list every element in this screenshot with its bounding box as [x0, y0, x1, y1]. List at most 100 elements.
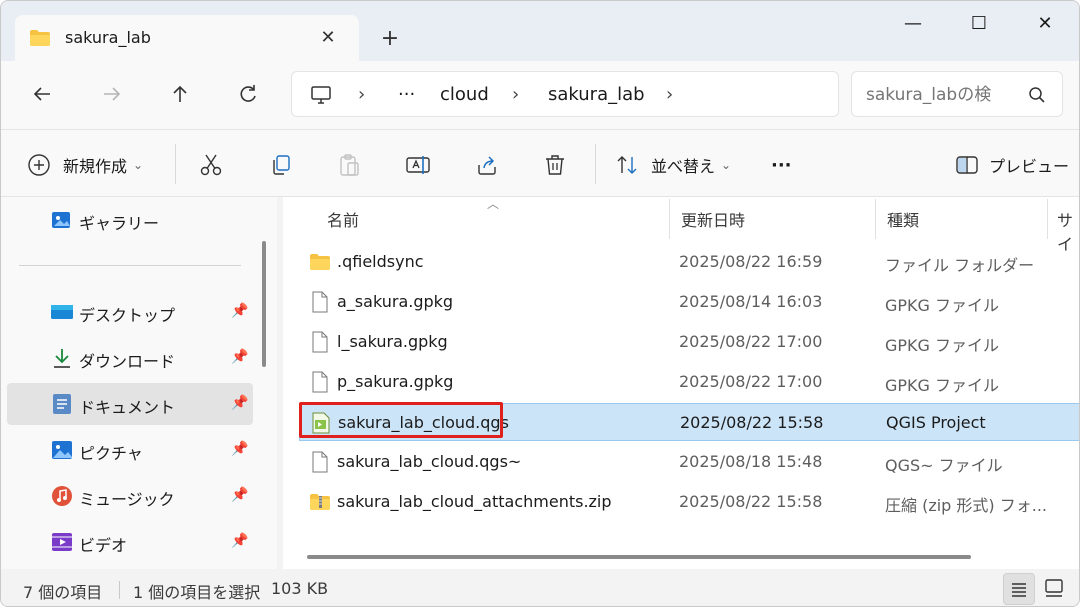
breadcrumb-sakura-lab[interactable]: sakura_lab	[548, 84, 645, 105]
pin-icon[interactable]: 📌	[231, 487, 248, 503]
folder-icon	[310, 254, 330, 270]
search-input[interactable]	[866, 82, 1026, 108]
pin-icon[interactable]: 📌	[231, 441, 248, 457]
forward-button[interactable]	[95, 77, 129, 111]
back-button[interactable]	[25, 77, 59, 111]
sidebar-item-pictures[interactable]: ピクチャ 📌	[7, 429, 253, 471]
video-icon	[52, 533, 72, 551]
item-count: 7 個の項目	[23, 583, 103, 602]
column-header-type[interactable]: 種類	[887, 207, 919, 231]
arrow-up-icon	[173, 85, 187, 102]
tab-title: sakura_lab	[65, 28, 151, 47]
paste-button[interactable]	[337, 150, 361, 180]
sort-caret-icon: ︿	[487, 197, 500, 211]
music-icon	[52, 486, 72, 506]
preview-button-label: プレビュー	[989, 157, 1070, 176]
sidebar-item-downloads[interactable]: ダウンロード 📌	[7, 337, 253, 379]
folder-icon	[30, 30, 50, 46]
computer-icon	[311, 86, 331, 104]
details-view-icon	[1012, 583, 1026, 597]
pin-icon[interactable]: 📌	[231, 533, 248, 549]
breadcrumb-separator[interactable]: ›	[512, 84, 519, 105]
refresh-button[interactable]	[231, 77, 265, 111]
sidebar-item-documents[interactable]: ドキュメント 📌	[7, 383, 253, 425]
sidebar-item-label: ピクチャ	[79, 444, 143, 463]
share-button[interactable]	[475, 150, 499, 180]
delete-button[interactable]	[543, 150, 567, 180]
column-divider[interactable]	[1047, 199, 1048, 239]
divider	[119, 581, 120, 599]
red-highlight-box	[299, 402, 503, 438]
file-type: GPKG ファイル	[885, 336, 1000, 355]
rename-button[interactable]	[405, 150, 431, 180]
file-list: ︿ 名前 更新日時 種類 サイ .qfieldsync 2025/08/22 1…	[283, 197, 1079, 569]
search-box[interactable]	[851, 71, 1063, 117]
file-icon	[312, 371, 328, 393]
divider	[175, 144, 176, 184]
sidebar-item-label: ドキュメント	[79, 398, 176, 417]
breadcrumb-overflow[interactable]: ···	[398, 84, 415, 105]
file-row[interactable]: .qfieldsync 2025/08/22 16:59 ファイル フォルダー	[299, 243, 1079, 281]
maximize-button[interactable]: ☐	[959, 9, 999, 39]
copy-button[interactable]	[269, 150, 293, 180]
file-row[interactable]: p_sakura.gpkg 2025/08/22 17:00 GPKG ファイル	[299, 363, 1079, 401]
file-type: QGIS Project	[886, 413, 986, 432]
window-close-button[interactable]: ✕	[1025, 9, 1065, 39]
breadcrumb-separator[interactable]: ›	[666, 84, 673, 105]
new-tab-button[interactable]: +	[375, 25, 405, 55]
search-icon	[1029, 87, 1045, 103]
preview-button[interactable]: プレビュー	[955, 150, 1069, 180]
pin-icon[interactable]: 📌	[231, 303, 248, 319]
sort-button[interactable]: 並べ替え ⌄	[615, 150, 731, 180]
sort-button-label: 並べ替え	[651, 157, 716, 176]
file-date: 2025/08/22 16:59	[679, 252, 823, 271]
sidebar-item-label: ビデオ	[79, 536, 128, 555]
breadcrumb-separator[interactable]: ›	[358, 84, 365, 105]
file-type: GPKG ファイル	[885, 296, 1000, 315]
up-button[interactable]	[163, 77, 197, 111]
chevron-down-icon: ⌄	[133, 158, 144, 172]
file-icon	[312, 331, 328, 353]
tiles-view-button[interactable]	[1039, 573, 1071, 605]
column-divider[interactable]	[669, 199, 670, 239]
title-bar: sakura_lab ✕ + — ☐ ✕	[1, 1, 1079, 61]
arrow-left-icon	[33, 87, 50, 101]
file-row[interactable]: l_sakura.gpkg 2025/08/22 17:00 GPKG ファイル	[299, 323, 1079, 361]
file-date: 2025/08/14 16:03	[679, 292, 823, 311]
minimize-button[interactable]: —	[893, 9, 933, 39]
file-row[interactable]: sakura_lab_cloud_attachments.zip 2025/08…	[299, 483, 1079, 521]
close-icon[interactable]: ✕	[315, 25, 341, 51]
divider	[595, 144, 596, 184]
selection-count: 1 個の項目を選択	[133, 583, 261, 602]
breadcrumb-cloud[interactable]: cloud	[440, 84, 489, 105]
tab-sakura-lab[interactable]: sakura_lab ✕	[15, 15, 359, 61]
sidebar-item-gallery[interactable]: ギャラリー	[7, 199, 253, 241]
file-name: sakura_lab_cloud_attachments.zip	[337, 492, 612, 511]
more-options-button[interactable]: ···	[771, 150, 792, 180]
sidebar-item-videos[interactable]: ビデオ 📌	[7, 521, 253, 563]
address-bar[interactable]: › ··· cloud › sakura_lab ›	[291, 71, 839, 117]
new-button[interactable]: 新規作成 ⌄	[27, 150, 143, 180]
sidebar-item-music[interactable]: ミュージック 📌	[7, 475, 253, 517]
file-name: .qfieldsync	[337, 252, 424, 271]
pin-icon[interactable]: 📌	[231, 349, 248, 365]
details-view-button[interactable]	[1003, 573, 1035, 605]
desktop-icon	[51, 305, 73, 319]
column-header-name[interactable]: 名前	[327, 207, 359, 231]
file-type: ファイル フォルダー	[885, 256, 1035, 275]
sidebar-item-desktop[interactable]: デスクトップ 📌	[7, 291, 253, 333]
column-divider[interactable]	[875, 199, 876, 239]
sidebar-scrollbar[interactable]	[262, 241, 266, 367]
horizontal-scrollbar[interactable]	[307, 555, 971, 559]
rename-icon	[406, 156, 430, 174]
new-button-label: 新規作成	[63, 157, 128, 176]
file-name: p_sakura.gpkg	[337, 372, 454, 391]
cut-button[interactable]	[199, 150, 223, 180]
selection-size: 103 KB	[271, 579, 329, 598]
file-row[interactable]: a_sakura.gpkg 2025/08/14 16:03 GPKG ファイル	[299, 283, 1079, 321]
document-icon	[53, 394, 71, 414]
arrow-right-icon	[104, 87, 121, 101]
file-row[interactable]: sakura_lab_cloud.qgs~ 2025/08/18 15:48 Q…	[299, 443, 1079, 481]
pin-icon[interactable]: 📌	[231, 395, 248, 411]
column-header-date[interactable]: 更新日時	[681, 207, 745, 231]
